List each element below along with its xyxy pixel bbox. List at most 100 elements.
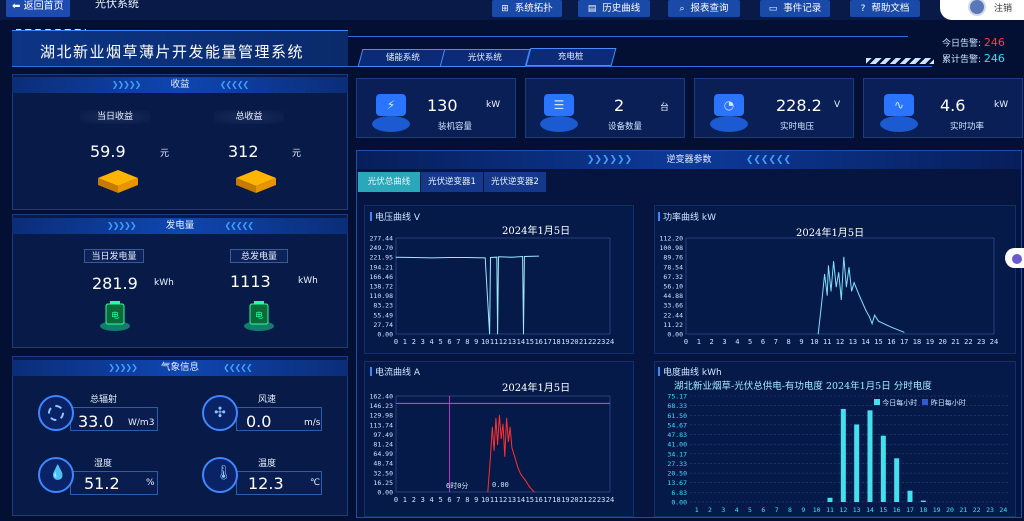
nav-button-history[interactable]: ▤ 历史曲线 [578, 0, 650, 17]
x-tick-label: 23 [597, 338, 605, 346]
x-tick-label: 20 [938, 338, 946, 346]
x-tick-label: 23 [597, 496, 605, 504]
voltage-chart[interactable]: 277.44249.70221.95194.21166.46138.72110.… [364, 230, 634, 354]
bar [867, 410, 873, 502]
x-tick-label: 13 [508, 338, 516, 346]
tab-inverter-2[interactable]: 光伏逆变器2 [484, 172, 546, 192]
data-point [487, 491, 489, 493]
y-tick-label: 162.40 [370, 393, 394, 401]
logout-link[interactable]: 注销 [994, 1, 1012, 14]
data-point [529, 486, 531, 488]
solar-panel-icon: ⚡ [376, 94, 406, 116]
data-point [507, 441, 509, 443]
energy-chart[interactable]: 75.1768.33 61.5054.67 47.83 41.0034.17 27.33… [654, 392, 1016, 518]
x-tick-label: 24 [606, 338, 614, 346]
data-point [869, 316, 870, 318]
y-tick-label: 0.00 [667, 331, 683, 339]
back-home-button[interactable]: ⬅ 返回首页 [6, 0, 70, 17]
today-generation-unit: kWh [154, 278, 174, 288]
total-generation-label: 总发电量 [230, 249, 288, 263]
tab-label: 光伏系统 [467, 53, 502, 63]
nav-label: 报表查询 [690, 3, 729, 14]
tab-inverter-1[interactable]: 光伏逆变器1 [421, 172, 483, 192]
y-tick-label: 138.72 [370, 283, 394, 291]
wind-label: 风速 [258, 395, 277, 405]
voltage-value: 228.2 [776, 96, 822, 115]
power-chart[interactable]: 112.20100.98 89.7678.54 67.32 56.1044.88 33.… [654, 232, 1016, 354]
data-point [497, 444, 499, 446]
current-chart[interactable]: 162.40146.23 129.98113.74 97.49 81.2464.99 4… [364, 390, 634, 518]
tab-pv-system[interactable]: 光伏系统 [439, 49, 531, 67]
x-tick-label: 18 [919, 506, 927, 514]
search-icon: ⌕ [679, 4, 685, 14]
x-tick-label: 8 [465, 496, 469, 504]
y-tick-label: 0.00 [377, 331, 393, 339]
x-tick-label: 10 [810, 338, 818, 346]
sun-icon [38, 395, 74, 431]
energy-legend: 今日每小时 昨日每小时 [874, 398, 966, 408]
x-tick-label: 3 [721, 506, 725, 514]
current-cursor-value: 0.00 [492, 481, 509, 489]
data-point [851, 290, 852, 292]
x-tick-label: 15 [526, 496, 534, 504]
x-tick-label: 16 [893, 506, 901, 514]
data-point [502, 423, 504, 425]
help-icon: ? [860, 4, 866, 14]
disc-base [540, 116, 578, 132]
y-tick-label: 67.32 [663, 273, 683, 281]
y-tick-label: 249.70 [370, 244, 394, 252]
x-tick-label: 10 [481, 496, 489, 504]
x-tick-label: 2 [412, 496, 416, 504]
power-unit: kW [994, 100, 1009, 110]
tab-charging-pile[interactable]: 充电桩 [525, 48, 617, 66]
nav-button-help[interactable]: ? 帮助文档 [850, 0, 920, 17]
tab-storage-system[interactable]: 储能系统 [357, 49, 449, 67]
x-tick-label: 10 [813, 506, 821, 514]
data-point [495, 417, 497, 419]
x-tick-label: 24 [606, 496, 614, 504]
x-tick-label: 1 [695, 506, 699, 514]
y-tick-label: 89.76 [663, 254, 683, 262]
y-tick-label: 0.00 [377, 489, 393, 497]
data-point [838, 271, 840, 273]
x-tick-label: 4 [430, 338, 434, 346]
y-tick-label: 221.95 [370, 254, 394, 262]
x-tick-label: 2 [412, 338, 416, 346]
document-icon: ▭ [768, 4, 778, 14]
revenue-title-text: 收益 [170, 79, 190, 90]
y-tick-label: 32.50 [373, 469, 393, 477]
x-tick-label: 17 [543, 338, 551, 346]
y-tick-label: 33.66 [663, 302, 683, 310]
arrows-left-icon: ❮❮❮❮❮ [219, 80, 249, 89]
data-point [499, 414, 500, 416]
x-tick-label: 12 [499, 338, 507, 346]
humidity-unit: % [146, 478, 155, 488]
back-arrow-icon: ⬅ [12, 1, 21, 12]
x-tick-label: 19 [933, 506, 941, 514]
series-line [395, 255, 539, 335]
back-home-label: 返回首页 [23, 1, 64, 12]
x-tick-label: 16 [534, 338, 542, 346]
nav-button-events[interactable]: ▭ 事件记录 [760, 0, 830, 17]
total-revenue-unit: 元 [292, 149, 302, 159]
data-point [496, 256, 498, 258]
side-assistant-button[interactable] [1005, 248, 1024, 268]
data-point [848, 266, 850, 268]
data-point [817, 333, 819, 335]
current-title-unit: A [413, 368, 421, 378]
data-point [826, 295, 828, 296]
disc-base [710, 116, 748, 132]
x-tick-label: 14 [861, 338, 869, 346]
header-line [348, 36, 908, 37]
x-tick-label: 5 [438, 338, 442, 346]
tab-pv-total-curve[interactable]: 光伏总曲线 [358, 172, 420, 192]
today-alarm-label: 今日告警: [942, 39, 982, 49]
bar [880, 435, 886, 502]
total-alarm: 累计告警: 246 [942, 52, 1005, 65]
x-tick-label: 23 [977, 338, 985, 346]
disc-base [880, 116, 918, 132]
nav-button-report[interactable]: ⌕ 报表查询 [668, 0, 740, 17]
nav-button-topology[interactable]: ⊞ 系统拓扑 [492, 0, 562, 17]
gold-box-icon [98, 170, 138, 193]
total-alarm-label: 累计告警: [942, 55, 982, 65]
